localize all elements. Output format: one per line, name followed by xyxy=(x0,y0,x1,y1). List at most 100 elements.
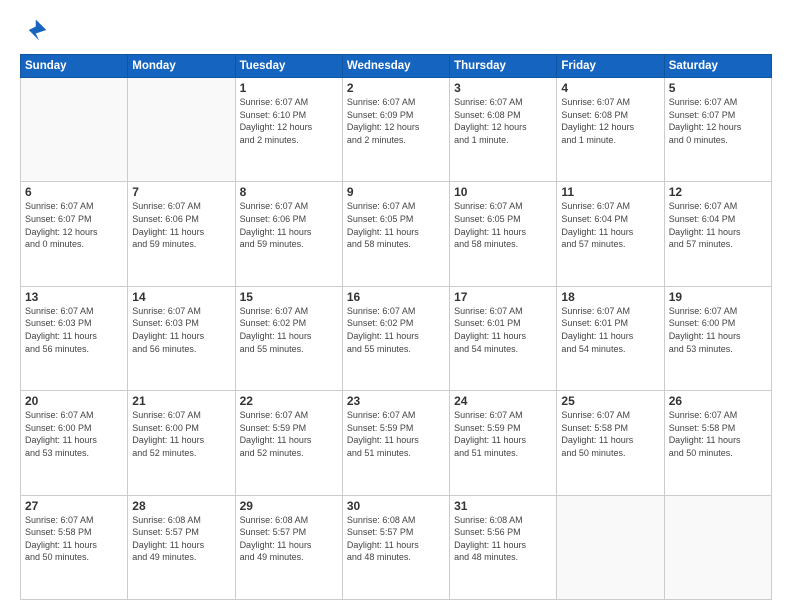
day-number: 9 xyxy=(347,185,445,199)
calendar-table: SundayMondayTuesdayWednesdayThursdayFrid… xyxy=(20,54,772,600)
day-number: 25 xyxy=(561,394,659,408)
weekday-header-sunday: Sunday xyxy=(21,55,128,78)
calendar-cell: 3Sunrise: 6:07 AM Sunset: 6:08 PM Daylig… xyxy=(450,78,557,182)
calendar-cell: 9Sunrise: 6:07 AM Sunset: 6:05 PM Daylig… xyxy=(342,182,449,286)
calendar-cell: 26Sunrise: 6:07 AM Sunset: 5:58 PM Dayli… xyxy=(664,391,771,495)
calendar-cell: 14Sunrise: 6:07 AM Sunset: 6:03 PM Dayli… xyxy=(128,286,235,390)
day-info: Sunrise: 6:07 AM Sunset: 5:59 PM Dayligh… xyxy=(240,409,338,459)
day-number: 29 xyxy=(240,499,338,513)
day-number: 16 xyxy=(347,290,445,304)
calendar-week-row: 27Sunrise: 6:07 AM Sunset: 5:58 PM Dayli… xyxy=(21,495,772,599)
day-info: Sunrise: 6:07 AM Sunset: 6:06 PM Dayligh… xyxy=(132,200,230,250)
day-info: Sunrise: 6:07 AM Sunset: 6:03 PM Dayligh… xyxy=(132,305,230,355)
logo-icon xyxy=(20,16,48,44)
calendar-cell: 31Sunrise: 6:08 AM Sunset: 5:56 PM Dayli… xyxy=(450,495,557,599)
day-number: 1 xyxy=(240,81,338,95)
day-number: 10 xyxy=(454,185,552,199)
day-info: Sunrise: 6:07 AM Sunset: 6:09 PM Dayligh… xyxy=(347,96,445,146)
day-info: Sunrise: 6:07 AM Sunset: 6:10 PM Dayligh… xyxy=(240,96,338,146)
day-info: Sunrise: 6:07 AM Sunset: 6:06 PM Dayligh… xyxy=(240,200,338,250)
day-info: Sunrise: 6:07 AM Sunset: 5:59 PM Dayligh… xyxy=(454,409,552,459)
calendar-cell: 18Sunrise: 6:07 AM Sunset: 6:01 PM Dayli… xyxy=(557,286,664,390)
day-number: 2 xyxy=(347,81,445,95)
calendar-cell: 23Sunrise: 6:07 AM Sunset: 5:59 PM Dayli… xyxy=(342,391,449,495)
day-info: Sunrise: 6:07 AM Sunset: 6:05 PM Dayligh… xyxy=(454,200,552,250)
calendar-cell: 11Sunrise: 6:07 AM Sunset: 6:04 PM Dayli… xyxy=(557,182,664,286)
header xyxy=(20,16,772,44)
weekday-header-wednesday: Wednesday xyxy=(342,55,449,78)
day-info: Sunrise: 6:08 AM Sunset: 5:56 PM Dayligh… xyxy=(454,514,552,564)
day-number: 8 xyxy=(240,185,338,199)
day-number: 30 xyxy=(347,499,445,513)
day-info: Sunrise: 6:07 AM Sunset: 5:59 PM Dayligh… xyxy=(347,409,445,459)
calendar-cell xyxy=(128,78,235,182)
day-number: 28 xyxy=(132,499,230,513)
day-info: Sunrise: 6:08 AM Sunset: 5:57 PM Dayligh… xyxy=(132,514,230,564)
weekday-header-tuesday: Tuesday xyxy=(235,55,342,78)
day-number: 31 xyxy=(454,499,552,513)
calendar-cell: 12Sunrise: 6:07 AM Sunset: 6:04 PM Dayli… xyxy=(664,182,771,286)
calendar-cell: 25Sunrise: 6:07 AM Sunset: 5:58 PM Dayli… xyxy=(557,391,664,495)
day-number: 7 xyxy=(132,185,230,199)
calendar-cell: 4Sunrise: 6:07 AM Sunset: 6:08 PM Daylig… xyxy=(557,78,664,182)
calendar-cell xyxy=(664,495,771,599)
day-number: 20 xyxy=(25,394,123,408)
day-number: 13 xyxy=(25,290,123,304)
calendar-week-row: 6Sunrise: 6:07 AM Sunset: 6:07 PM Daylig… xyxy=(21,182,772,286)
day-number: 27 xyxy=(25,499,123,513)
day-number: 11 xyxy=(561,185,659,199)
day-info: Sunrise: 6:07 AM Sunset: 6:08 PM Dayligh… xyxy=(454,96,552,146)
day-info: Sunrise: 6:07 AM Sunset: 6:03 PM Dayligh… xyxy=(25,305,123,355)
day-info: Sunrise: 6:07 AM Sunset: 6:02 PM Dayligh… xyxy=(240,305,338,355)
calendar-cell: 29Sunrise: 6:08 AM Sunset: 5:57 PM Dayli… xyxy=(235,495,342,599)
day-number: 14 xyxy=(132,290,230,304)
calendar-week-row: 13Sunrise: 6:07 AM Sunset: 6:03 PM Dayli… xyxy=(21,286,772,390)
calendar-cell: 17Sunrise: 6:07 AM Sunset: 6:01 PM Dayli… xyxy=(450,286,557,390)
day-number: 5 xyxy=(669,81,767,95)
calendar-cell: 10Sunrise: 6:07 AM Sunset: 6:05 PM Dayli… xyxy=(450,182,557,286)
weekday-header-monday: Monday xyxy=(128,55,235,78)
day-info: Sunrise: 6:08 AM Sunset: 5:57 PM Dayligh… xyxy=(240,514,338,564)
calendar-cell xyxy=(557,495,664,599)
day-info: Sunrise: 6:07 AM Sunset: 6:01 PM Dayligh… xyxy=(454,305,552,355)
day-info: Sunrise: 6:07 AM Sunset: 6:07 PM Dayligh… xyxy=(669,96,767,146)
calendar-cell: 13Sunrise: 6:07 AM Sunset: 6:03 PM Dayli… xyxy=(21,286,128,390)
day-number: 24 xyxy=(454,394,552,408)
day-info: Sunrise: 6:07 AM Sunset: 6:07 PM Dayligh… xyxy=(25,200,123,250)
day-info: Sunrise: 6:07 AM Sunset: 5:58 PM Dayligh… xyxy=(25,514,123,564)
day-number: 26 xyxy=(669,394,767,408)
day-info: Sunrise: 6:07 AM Sunset: 6:05 PM Dayligh… xyxy=(347,200,445,250)
calendar-cell: 15Sunrise: 6:07 AM Sunset: 6:02 PM Dayli… xyxy=(235,286,342,390)
calendar-cell: 21Sunrise: 6:07 AM Sunset: 6:00 PM Dayli… xyxy=(128,391,235,495)
day-number: 12 xyxy=(669,185,767,199)
day-info: Sunrise: 6:07 AM Sunset: 6:01 PM Dayligh… xyxy=(561,305,659,355)
day-number: 23 xyxy=(347,394,445,408)
calendar-cell: 19Sunrise: 6:07 AM Sunset: 6:00 PM Dayli… xyxy=(664,286,771,390)
day-info: Sunrise: 6:07 AM Sunset: 6:04 PM Dayligh… xyxy=(669,200,767,250)
calendar-header-row: SundayMondayTuesdayWednesdayThursdayFrid… xyxy=(21,55,772,78)
day-info: Sunrise: 6:08 AM Sunset: 5:57 PM Dayligh… xyxy=(347,514,445,564)
day-info: Sunrise: 6:07 AM Sunset: 6:04 PM Dayligh… xyxy=(561,200,659,250)
calendar-cell: 30Sunrise: 6:08 AM Sunset: 5:57 PM Dayli… xyxy=(342,495,449,599)
calendar-cell xyxy=(21,78,128,182)
logo xyxy=(20,16,52,44)
calendar-cell: 16Sunrise: 6:07 AM Sunset: 6:02 PM Dayli… xyxy=(342,286,449,390)
calendar-cell: 22Sunrise: 6:07 AM Sunset: 5:59 PM Dayli… xyxy=(235,391,342,495)
calendar-cell: 24Sunrise: 6:07 AM Sunset: 5:59 PM Dayli… xyxy=(450,391,557,495)
calendar-cell: 20Sunrise: 6:07 AM Sunset: 6:00 PM Dayli… xyxy=(21,391,128,495)
weekday-header-saturday: Saturday xyxy=(664,55,771,78)
day-info: Sunrise: 6:07 AM Sunset: 6:00 PM Dayligh… xyxy=(669,305,767,355)
day-number: 22 xyxy=(240,394,338,408)
day-info: Sunrise: 6:07 AM Sunset: 5:58 PM Dayligh… xyxy=(669,409,767,459)
calendar-cell: 2Sunrise: 6:07 AM Sunset: 6:09 PM Daylig… xyxy=(342,78,449,182)
calendar-cell: 5Sunrise: 6:07 AM Sunset: 6:07 PM Daylig… xyxy=(664,78,771,182)
calendar-cell: 8Sunrise: 6:07 AM Sunset: 6:06 PM Daylig… xyxy=(235,182,342,286)
day-number: 17 xyxy=(454,290,552,304)
day-number: 18 xyxy=(561,290,659,304)
calendar-cell: 6Sunrise: 6:07 AM Sunset: 6:07 PM Daylig… xyxy=(21,182,128,286)
calendar-cell: 7Sunrise: 6:07 AM Sunset: 6:06 PM Daylig… xyxy=(128,182,235,286)
calendar-cell: 27Sunrise: 6:07 AM Sunset: 5:58 PM Dayli… xyxy=(21,495,128,599)
weekday-header-friday: Friday xyxy=(557,55,664,78)
day-info: Sunrise: 6:07 AM Sunset: 6:00 PM Dayligh… xyxy=(25,409,123,459)
calendar-cell: 1Sunrise: 6:07 AM Sunset: 6:10 PM Daylig… xyxy=(235,78,342,182)
